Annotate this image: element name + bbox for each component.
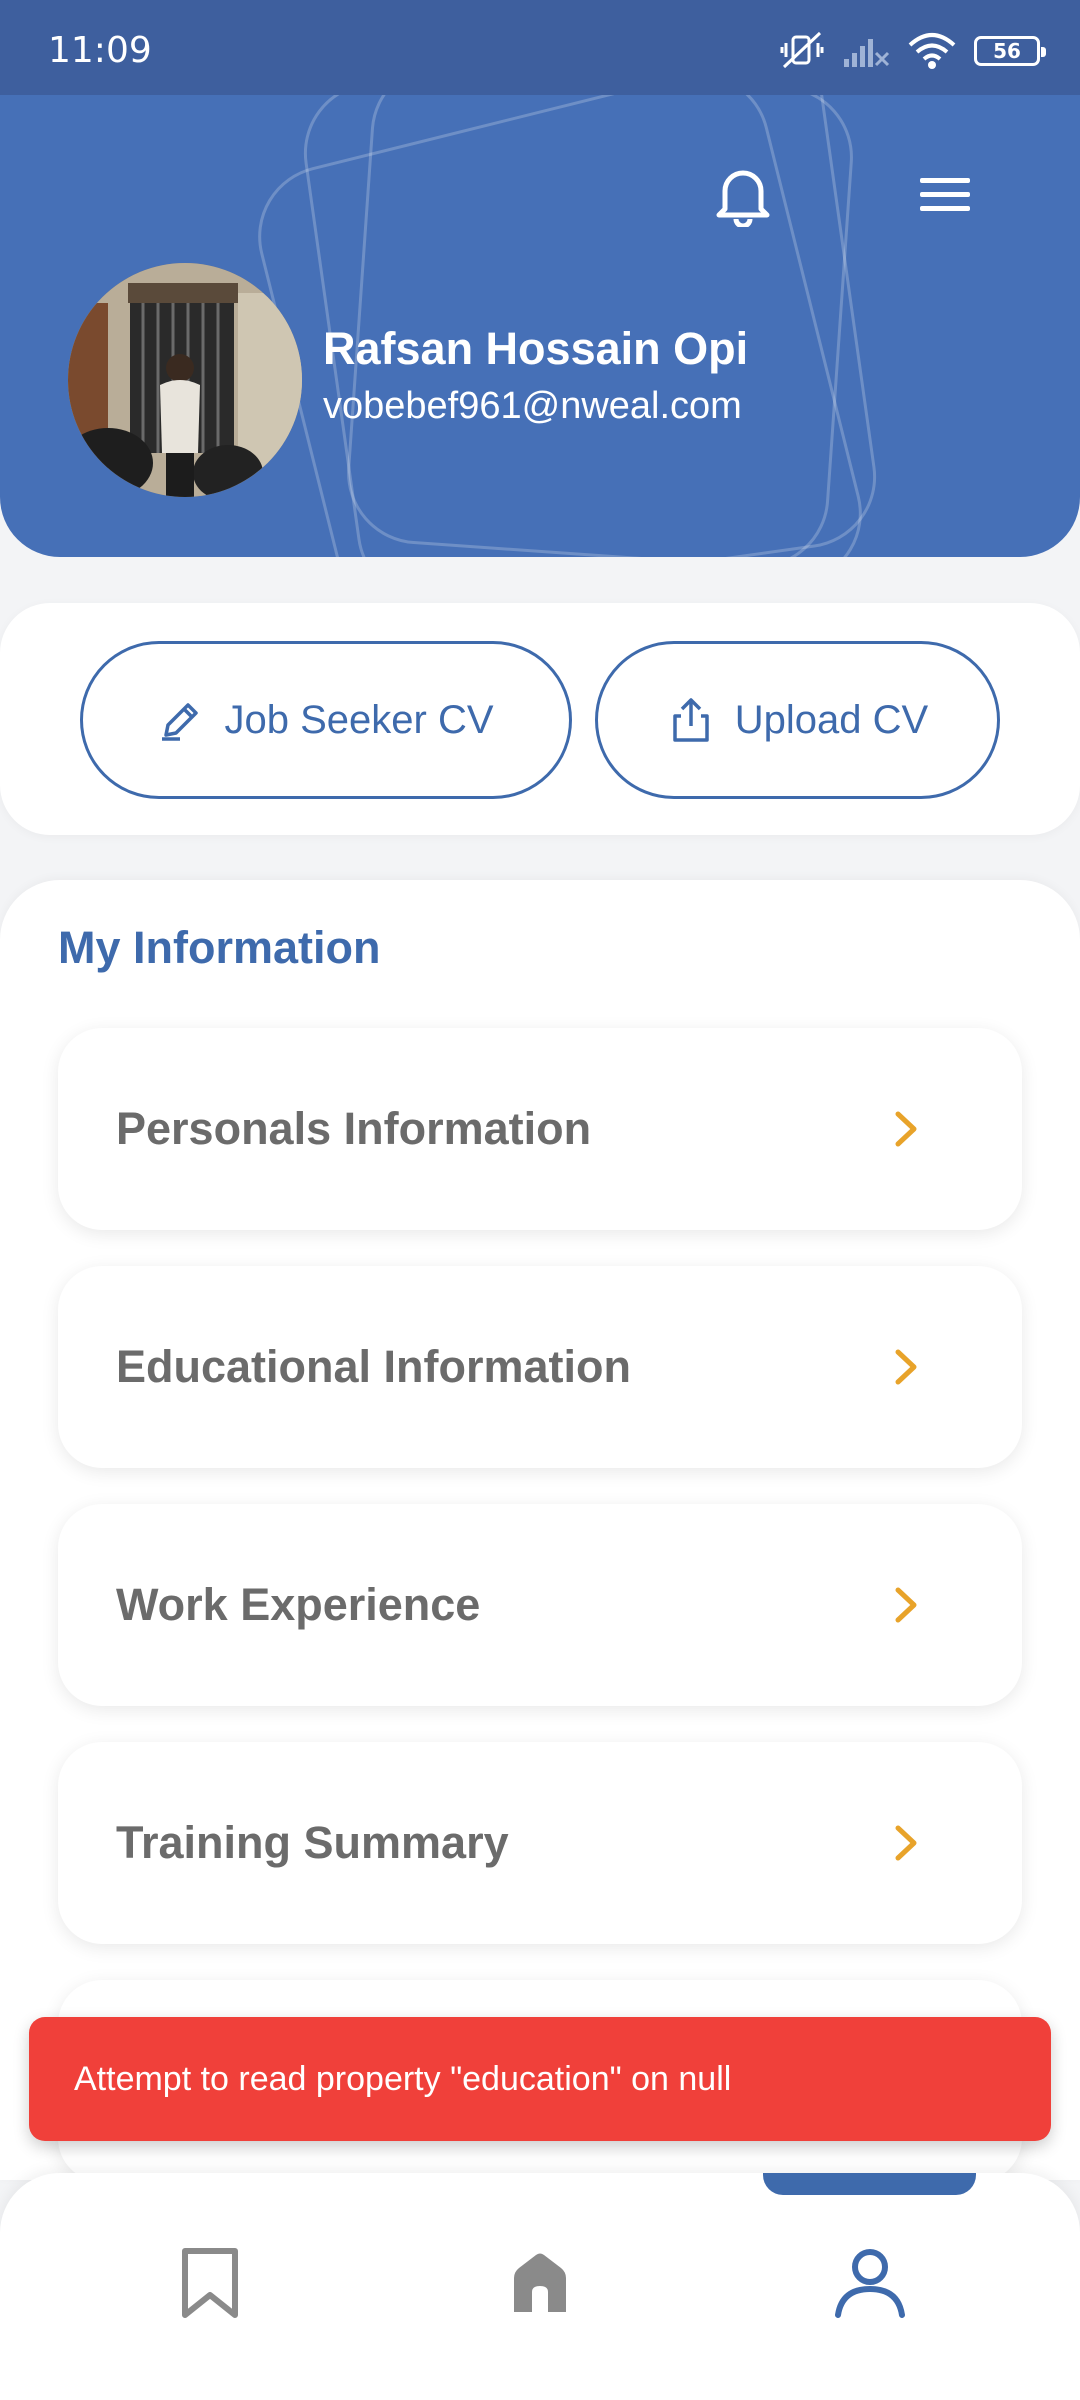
chevron-right-icon xyxy=(895,1825,917,1861)
list-item-label: Personals Information xyxy=(116,1103,592,1154)
battery-indicator: 56 xyxy=(974,36,1046,66)
training-summary-item[interactable]: Training Summary xyxy=(58,1742,1022,1944)
job-seeker-cv-button[interactable]: Job Seeker CV xyxy=(80,641,572,799)
list-item-label: Work Experience xyxy=(116,1579,481,1630)
educational-information-item[interactable]: Educational Information xyxy=(58,1266,1022,1468)
signal-icon xyxy=(844,39,890,67)
cv-actions-card: Job Seeker CV Upload CV xyxy=(0,603,1080,835)
list-item-label: Training Summary xyxy=(116,1817,509,1868)
work-experience-item[interactable]: Work Experience xyxy=(58,1504,1022,1706)
upload-icon xyxy=(673,698,709,742)
active-tab-indicator xyxy=(763,2173,976,2195)
profile-icon xyxy=(835,2249,905,2318)
notification-button[interactable] xyxy=(708,155,778,235)
job-seeker-cv-label: Job Seeker CV xyxy=(224,697,494,742)
battery-level: 56 xyxy=(993,39,1021,63)
avatar[interactable] xyxy=(68,263,302,497)
my-information-card: My Information Personals Information Edu… xyxy=(0,880,1080,2182)
nav-profile[interactable] xyxy=(810,2223,930,2343)
bookmark-icon xyxy=(182,2248,238,2318)
snackbar-message: Attempt to read property "education" on … xyxy=(74,2059,732,2098)
user-name: Rafsan Hossain Opi xyxy=(323,323,749,374)
hamburger-menu-icon xyxy=(920,178,970,211)
bell-icon xyxy=(716,170,770,227)
nav-bookmark[interactable] xyxy=(150,2223,270,2343)
chevron-right-icon xyxy=(895,1587,917,1623)
user-email: vobebef961@nweal.com xyxy=(323,385,742,427)
status-time: 11:09 xyxy=(48,30,152,71)
section-title: My Information xyxy=(58,922,381,973)
upload-cv-button[interactable]: Upload CV xyxy=(595,641,1000,799)
upload-cv-label: Upload CV xyxy=(734,697,929,742)
menu-button[interactable] xyxy=(910,165,980,225)
home-icon xyxy=(514,2253,566,2312)
personals-information-item[interactable]: Personals Information xyxy=(58,1028,1022,1230)
error-snackbar[interactable]: Attempt to read property "education" on … xyxy=(29,2017,1051,2141)
vibrate-mute-icon xyxy=(780,31,824,69)
status-bar: 11:09 56 xyxy=(0,0,1080,95)
chevron-right-icon xyxy=(895,1111,917,1147)
profile-header: Rafsan Hossain Opi vobebef961@nweal.com xyxy=(0,95,1080,557)
chevron-right-icon xyxy=(895,1349,917,1385)
status-icons: 56 xyxy=(780,30,1046,72)
list-item-label: Educational Information xyxy=(116,1341,632,1392)
avatar-photo xyxy=(68,263,302,497)
nav-home[interactable] xyxy=(480,2223,600,2343)
wifi-icon xyxy=(908,33,956,69)
pencil-icon xyxy=(162,703,199,741)
bottom-navigation xyxy=(0,2173,1080,2400)
